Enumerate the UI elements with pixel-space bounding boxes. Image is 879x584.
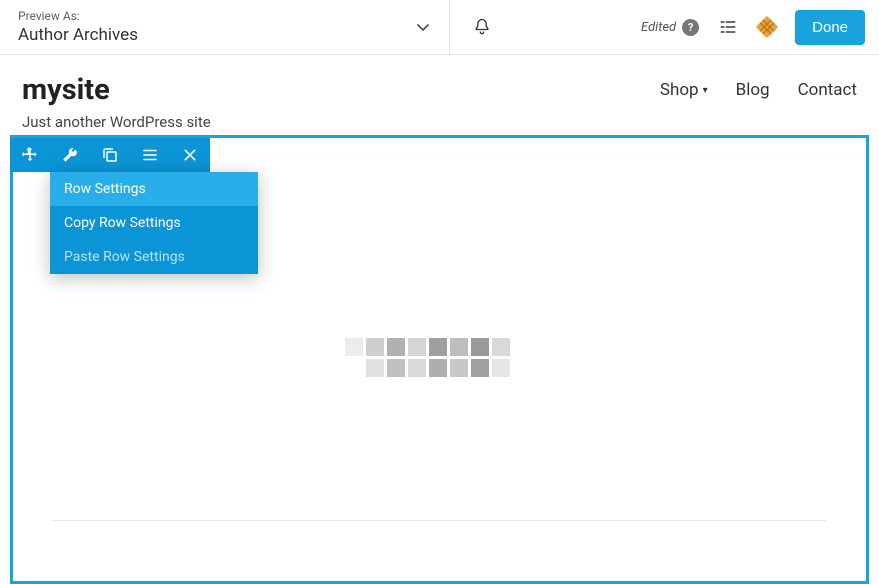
waffle-icon[interactable] <box>753 13 781 41</box>
dropdown-item-copy-row-settings[interactable]: Copy Row Settings <box>50 206 258 240</box>
nav-item-shop[interactable]: Shop ▾ <box>660 80 708 100</box>
row-settings-dropdown: Row Settings Copy Row Settings Paste Row… <box>50 172 258 274</box>
editor-canvas[interactable]: Row Settings Copy Row Settings Paste Row… <box>10 135 869 584</box>
row-toolbar <box>10 138 210 172</box>
chevron-down-icon: ▾ <box>703 85 708 96</box>
copy-icon[interactable] <box>90 138 130 172</box>
help-icon[interactable]: ? <box>682 19 699 36</box>
preview-as-value: Author Archives <box>18 25 138 45</box>
bell-icon[interactable] <box>472 17 492 37</box>
site-nav: Shop ▾ Blog Contact <box>660 80 857 100</box>
menu-icon[interactable] <box>130 138 170 172</box>
chevron-down-icon[interactable] <box>415 19 431 35</box>
close-icon[interactable] <box>170 138 210 172</box>
top-bar: Preview As: Author Archives Edited ? Don… <box>0 0 879 55</box>
site-tagline: Just another WordPress site <box>0 113 879 135</box>
move-icon[interactable] <box>10 138 50 172</box>
preview-as-label: Preview As: <box>18 9 138 23</box>
dropdown-item-row-settings[interactable]: Row Settings <box>50 172 258 206</box>
nav-item-contact[interactable]: Contact <box>798 80 857 100</box>
nav-item-blog[interactable]: Blog <box>736 80 770 100</box>
top-bar-right: Edited ? Done <box>450 10 879 45</box>
preview-as-selector[interactable]: Preview As: Author Archives <box>0 0 450 55</box>
divider <box>53 520 826 521</box>
done-button[interactable]: Done <box>795 10 865 45</box>
wrench-icon[interactable] <box>50 138 90 172</box>
site-title[interactable]: mysite <box>22 73 110 107</box>
dropdown-item-paste-row-settings: Paste Row Settings <box>50 240 258 274</box>
edited-status: Edited ? <box>641 19 699 36</box>
blurred-content <box>345 338 535 378</box>
outline-icon[interactable] <box>717 17 739 37</box>
site-header: mysite Shop ▾ Blog Contact <box>0 55 879 113</box>
